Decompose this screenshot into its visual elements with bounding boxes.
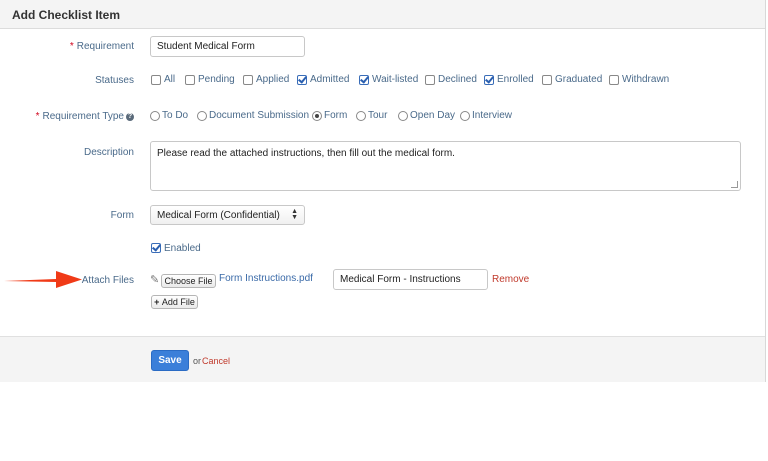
status-checkbox-label: Enrolled bbox=[497, 74, 534, 85]
status-checkbox[interactable] bbox=[297, 75, 307, 85]
attached-file-name: Form Instructions.pdf bbox=[219, 273, 313, 284]
status-checkbox[interactable] bbox=[151, 75, 161, 85]
annotation-arrow-shape bbox=[4, 271, 82, 288]
status-checkbox[interactable] bbox=[425, 75, 435, 85]
requirement-type-radio-label: Open Day bbox=[410, 110, 456, 121]
requirement-type-radio-label: Interview bbox=[472, 110, 513, 121]
description-label: Description bbox=[83, 147, 134, 158]
requirement-type-label-text: Requirement Type bbox=[42, 111, 124, 122]
requirement-type-radio-label: Document Submission bbox=[209, 110, 310, 121]
statuses-label: Statuses bbox=[95, 75, 134, 86]
select-arrows-icon: ▲ ▼ bbox=[291, 208, 298, 221]
requirement-input[interactable] bbox=[150, 36, 305, 57]
form-footer bbox=[0, 336, 765, 382]
annotation-arrow-icon bbox=[4, 271, 82, 288]
form-select[interactable]: Medical Form (Confidential) ▲ ▼ bbox=[150, 205, 305, 225]
requirement-type-radio[interactable] bbox=[197, 111, 207, 121]
add-file-label: Add File bbox=[161, 297, 195, 307]
requirement-type-label: * Requirement Type? bbox=[36, 111, 134, 122]
status-checkbox-label: Declined bbox=[438, 74, 477, 85]
checklist-form-panel: Add Checklist Item *Requirement Statuses… bbox=[0, 0, 766, 382]
requirement-label-text: Requirement bbox=[76, 41, 134, 52]
requirement-type-radio[interactable] bbox=[150, 111, 160, 121]
status-checkbox[interactable] bbox=[243, 75, 253, 85]
requirement-type-radio-label: Form bbox=[324, 110, 348, 121]
resize-handle-icon[interactable] bbox=[731, 181, 738, 188]
add-file-button[interactable]: + Add File bbox=[151, 295, 198, 309]
requirement-type-radio-label: To Do bbox=[162, 110, 189, 121]
status-checkbox-label: Applied bbox=[256, 74, 290, 85]
required-mark: * bbox=[35, 111, 40, 122]
status-checkbox-label: Graduated bbox=[555, 74, 603, 85]
form-label: Form bbox=[110, 210, 134, 221]
enabled-checkbox[interactable] bbox=[151, 243, 161, 253]
description-textarea[interactable]: Please read the attached instructions, t… bbox=[150, 141, 741, 191]
plus-icon: + bbox=[154, 297, 162, 307]
required-mark: * bbox=[69, 41, 74, 52]
file-title-input[interactable] bbox=[333, 269, 488, 290]
status-checkbox-label: All bbox=[164, 74, 176, 85]
description-text: Please read the attached instructions, t… bbox=[157, 148, 455, 159]
requirement-type-radio[interactable] bbox=[460, 111, 470, 121]
status-checkbox[interactable] bbox=[484, 75, 494, 85]
status-checkbox-label: Wait-listed bbox=[372, 74, 419, 85]
requirement-type-radio[interactable] bbox=[312, 111, 322, 121]
attach-files-label: Attach Files bbox=[81, 275, 134, 286]
enabled-label: Enabled bbox=[164, 243, 201, 254]
or-text: or bbox=[193, 356, 202, 366]
status-checkbox[interactable] bbox=[185, 75, 195, 85]
remove-file-link[interactable]: Remove bbox=[492, 274, 529, 285]
status-checkbox[interactable] bbox=[609, 75, 619, 85]
requirement-type-radio-label: Tour bbox=[368, 110, 388, 121]
cancel-link[interactable]: Cancel bbox=[202, 356, 230, 366]
requirement-type-radio[interactable] bbox=[398, 111, 408, 121]
panel-header: Add Checklist Item bbox=[0, 0, 765, 29]
form-select-value: Medical Form (Confidential) bbox=[157, 210, 280, 221]
paperclip-icon: ✎ bbox=[150, 274, 160, 286]
status-checkbox-label: Withdrawn bbox=[622, 74, 670, 85]
page-title: Add Checklist Item bbox=[12, 8, 121, 22]
question-circle-icon[interactable]: ? bbox=[126, 113, 134, 121]
requirement-label: * Requirement bbox=[70, 41, 134, 52]
save-button[interactable]: Save bbox=[151, 350, 189, 371]
status-checkbox-label: Admitted bbox=[310, 74, 350, 85]
status-checkbox[interactable] bbox=[359, 75, 369, 85]
status-checkbox-label: Pending bbox=[198, 74, 235, 85]
status-checkbox[interactable] bbox=[542, 75, 552, 85]
requirement-type-radio[interactable] bbox=[356, 111, 366, 121]
choose-file-button[interactable]: Choose File bbox=[161, 274, 216, 288]
